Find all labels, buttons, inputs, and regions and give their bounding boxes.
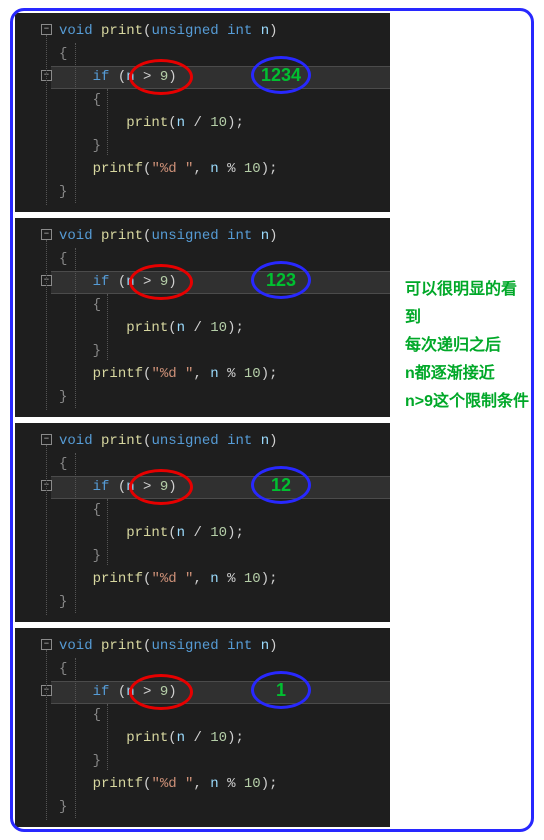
- code-line: void print(unsigned int n): [59, 20, 390, 43]
- fold-guide-line: [46, 445, 47, 615]
- annotation-line: 每次递归之后: [405, 332, 531, 360]
- value-ellipse: 12: [251, 466, 311, 504]
- condition-highlight-ellipse: [129, 264, 193, 300]
- code-line: {: [59, 453, 390, 476]
- code-area: void print(unsigned int n) { if (n > 9) …: [59, 13, 390, 212]
- condition-highlight-ellipse: [129, 674, 193, 710]
- code-line: }: [59, 545, 390, 568]
- code-line: printf("%d ", n % 10);: [59, 158, 390, 181]
- code-panel: void print(unsigned int n) { if (n > 9) …: [15, 13, 390, 212]
- code-line: void print(unsigned int n): [59, 430, 390, 453]
- code-line: printf("%d ", n % 10);: [59, 568, 390, 591]
- code-line: {: [59, 248, 390, 271]
- code-line: if (n > 9): [59, 66, 390, 89]
- current-n-value: 1: [276, 680, 286, 701]
- code-line: print(n / 10);: [59, 522, 390, 545]
- annotation-line: n都逐渐接近: [405, 360, 531, 388]
- code-line: }: [59, 796, 390, 819]
- value-ellipse: 1: [251, 671, 311, 709]
- fold-toggle-icon[interactable]: [41, 639, 52, 650]
- code-line: void print(unsigned int n): [59, 225, 390, 248]
- code-line: {: [59, 658, 390, 681]
- document-frame: void print(unsigned int n) { if (n > 9) …: [10, 8, 534, 832]
- code-line: void print(unsigned int n): [59, 635, 390, 658]
- code-line: }: [59, 591, 390, 614]
- fold-guide-line: [46, 35, 47, 205]
- code-line: {: [59, 499, 390, 522]
- current-n-value: 12: [271, 475, 291, 496]
- fold-toggle-icon[interactable]: [41, 229, 52, 240]
- code-line: printf("%d ", n % 10);: [59, 363, 390, 386]
- code-panel: void print(unsigned int n) { if (n > 9) …: [15, 218, 390, 417]
- fold-toggle-icon[interactable]: [41, 434, 52, 445]
- fold-toggle-icon[interactable]: [41, 24, 52, 35]
- code-panels-column: void print(unsigned int n) { if (n > 9) …: [15, 13, 390, 832]
- code-area: void print(unsigned int n) { if (n > 9) …: [59, 218, 390, 417]
- code-line: print(n / 10);: [59, 112, 390, 135]
- code-line: print(n / 10);: [59, 317, 390, 340]
- current-n-value: 123: [266, 270, 296, 291]
- fold-guide-line: [46, 240, 47, 410]
- code-panel: void print(unsigned int n) { if (n > 9) …: [15, 423, 390, 622]
- value-ellipse: 1234: [251, 56, 311, 94]
- explanation-text: 可以很明显的看到 每次递归之后 n都逐渐接近 n>9这个限制条件: [405, 276, 531, 416]
- fold-guide-line: [46, 650, 47, 820]
- code-area: void print(unsigned int n) { if (n > 9) …: [59, 628, 390, 827]
- annotation-line: n>9这个限制条件: [405, 388, 531, 416]
- code-line: if (n > 9): [59, 681, 390, 704]
- current-n-value: 1234: [261, 65, 301, 86]
- code-line: {: [59, 704, 390, 727]
- condition-highlight-ellipse: [129, 469, 193, 505]
- code-line: }: [59, 386, 390, 409]
- code-line: }: [59, 340, 390, 363]
- code-panel: void print(unsigned int n) { if (n > 9) …: [15, 628, 390, 827]
- code-line: }: [59, 750, 390, 773]
- code-line: printf("%d ", n % 10);: [59, 773, 390, 796]
- annotation-line: 可以很明显的看到: [405, 276, 531, 332]
- code-line: print(n / 10);: [59, 727, 390, 750]
- condition-highlight-ellipse: [129, 59, 193, 95]
- code-line: {: [59, 294, 390, 317]
- value-ellipse: 123: [251, 261, 311, 299]
- code-line: }: [59, 135, 390, 158]
- code-line: {: [59, 89, 390, 112]
- code-line: {: [59, 43, 390, 66]
- code-area: void print(unsigned int n) { if (n > 9) …: [59, 423, 390, 622]
- code-line: if (n > 9): [59, 476, 390, 499]
- code-line: if (n > 9): [59, 271, 390, 294]
- code-line: }: [59, 181, 390, 204]
